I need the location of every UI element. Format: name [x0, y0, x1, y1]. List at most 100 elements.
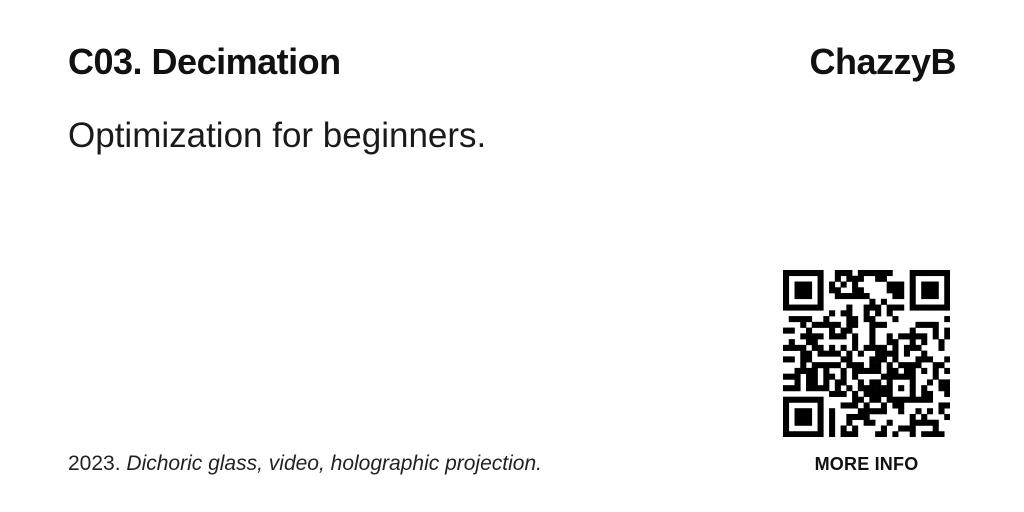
qr-module [932, 431, 939, 437]
qr-module [794, 431, 801, 437]
qr-module [834, 362, 841, 369]
qr-module [846, 270, 853, 277]
qr-module [921, 350, 928, 357]
qr-module [915, 344, 922, 351]
qr-module [944, 275, 950, 282]
qr-module [794, 270, 801, 277]
qr-module [783, 431, 790, 437]
qr-module [806, 304, 813, 311]
qr-module [840, 390, 847, 397]
qr-module [811, 333, 818, 340]
qr-module [886, 396, 893, 403]
qr-module [909, 270, 916, 277]
qr-module [788, 385, 795, 392]
qr-module [898, 373, 905, 380]
qr-code-icon[interactable] [783, 270, 950, 437]
qr-module [926, 270, 934, 277]
artwork-year: 2023. [68, 452, 121, 475]
qr-module [915, 270, 922, 277]
qr-module [944, 367, 950, 374]
qr-module [944, 402, 950, 409]
qr-module [806, 339, 813, 346]
qr-module [811, 379, 818, 386]
qr-module [921, 419, 928, 426]
qr-module [938, 339, 945, 346]
qr-module [811, 367, 818, 374]
qr-module [829, 321, 836, 328]
qr-module [806, 373, 813, 380]
qr-module [909, 333, 916, 340]
qr-module [829, 408, 836, 415]
qr-module [794, 344, 801, 351]
qr-module [869, 327, 876, 334]
qr-module [823, 373, 830, 380]
qr-module [823, 362, 830, 369]
qr-module [834, 321, 841, 328]
qr-module [898, 408, 905, 415]
qr-module [800, 367, 807, 374]
qr-module [857, 362, 864, 369]
qr-module [794, 396, 801, 403]
qr-module [909, 396, 916, 403]
qr-module [823, 367, 830, 374]
qr-module [817, 431, 824, 437]
qr-module [806, 333, 813, 340]
qr-module [921, 287, 928, 294]
qr-module [846, 327, 853, 334]
qr-module [834, 287, 841, 294]
qr-module [840, 379, 847, 386]
qr-module [788, 356, 795, 363]
qr-module [817, 344, 824, 351]
qr-module [806, 287, 813, 294]
qr-module [834, 385, 841, 392]
qr-module [806, 281, 813, 288]
qr-module [869, 316, 876, 323]
qr-module [840, 373, 847, 380]
qr-module [909, 327, 916, 334]
qr-module [944, 413, 950, 421]
qr-module [794, 408, 801, 415]
qr-module [800, 304, 807, 311]
qr-module [788, 270, 795, 277]
qr-module [926, 321, 934, 328]
qr-module [898, 304, 905, 311]
qr-module [926, 356, 934, 363]
qr-module [829, 431, 836, 437]
qr-module [800, 270, 807, 277]
qr-module [880, 408, 887, 415]
qr-module [875, 344, 882, 351]
qr-module [783, 275, 790, 282]
qr-module [863, 402, 870, 409]
qr-module [800, 356, 807, 363]
qr-module [892, 304, 899, 311]
qr-module [909, 281, 916, 288]
qr-module [829, 344, 836, 351]
qr-module [869, 362, 876, 369]
qr-module [892, 281, 899, 288]
qr-module [788, 431, 795, 437]
qr-module [909, 373, 916, 380]
qr-module [834, 293, 841, 300]
qr-module [783, 385, 790, 392]
qr-module [915, 333, 922, 340]
qr-module [932, 425, 939, 432]
qr-module [829, 362, 836, 369]
qr-module [892, 396, 899, 403]
qr-module [800, 408, 807, 415]
qr-module [869, 344, 876, 351]
artwork-caption: 2023. Dichoric glass, video, holographic… [68, 450, 542, 478]
qr-module [932, 362, 939, 369]
qr-module [880, 402, 887, 409]
qr-module [840, 293, 847, 300]
qr-module [783, 425, 790, 432]
qr-module [909, 379, 916, 386]
qr-module [783, 287, 790, 294]
qr-module [800, 293, 807, 300]
qr-module [794, 304, 801, 311]
qr-module [800, 413, 807, 421]
qr-module [846, 275, 853, 282]
more-info-link[interactable]: MORE INFO [783, 452, 950, 476]
qr-module [921, 333, 928, 340]
qr-module [829, 327, 836, 334]
qr-module [823, 316, 830, 323]
